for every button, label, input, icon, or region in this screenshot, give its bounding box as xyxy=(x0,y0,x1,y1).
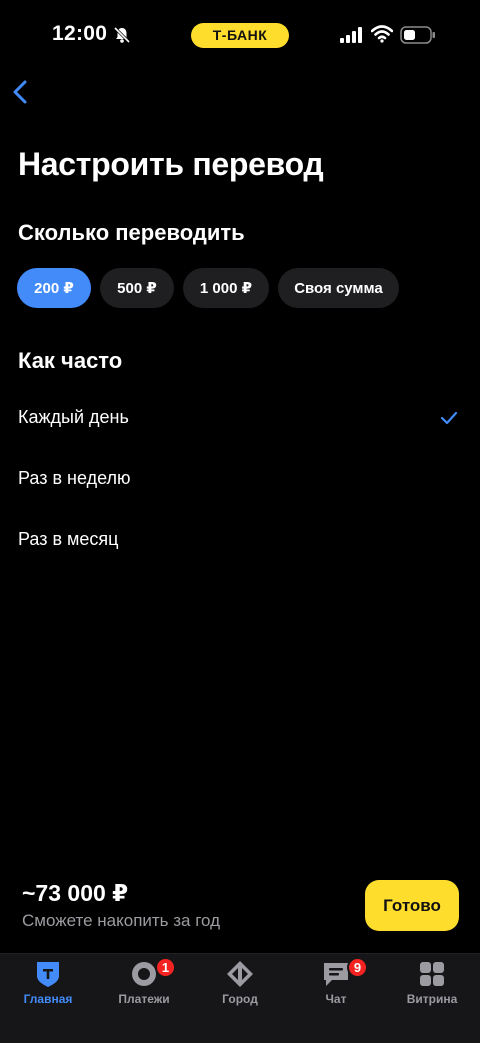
amount-section-title: Сколько переводить xyxy=(18,220,245,245)
tab-label: Главная xyxy=(23,992,73,1006)
status-time: 12:00 xyxy=(52,22,108,45)
tab-label: Чат xyxy=(325,992,347,1006)
tab-home[interactable]: Главная xyxy=(0,954,96,1024)
showcase-grid-icon xyxy=(420,962,444,986)
city-icon xyxy=(227,961,253,987)
tab-showcase[interactable]: Витрина xyxy=(384,954,480,1024)
savings-caption: Сможете накопить за год xyxy=(22,911,221,930)
chevron-left-icon xyxy=(13,80,27,104)
home-shield-icon xyxy=(37,962,59,987)
tab-chat[interactable]: 9 Чат xyxy=(288,954,384,1024)
payments-icon xyxy=(132,962,156,986)
frequency-option-label: Каждый день xyxy=(18,407,129,427)
signal-icon xyxy=(340,27,362,43)
tab-bar: Главная 1 Платежи Город 9 Чат Витрина xyxy=(0,953,480,1043)
frequency-option-label: Раз в месяц xyxy=(18,529,119,549)
notification-badge: 1 xyxy=(155,957,176,978)
frequency-section-title: Как часто xyxy=(18,348,123,373)
amount-chip-custom[interactable]: Своя сумма xyxy=(278,268,399,308)
carrier-pill: Т-БАНК xyxy=(191,23,289,48)
amount-chip-1000[interactable]: 1 000 ₽ xyxy=(183,268,269,308)
tab-label: Платежи xyxy=(118,992,170,1006)
frequency-option-weekly[interactable]: Раз в неделю xyxy=(0,452,480,508)
frequency-option-label: Раз в неделю xyxy=(18,468,131,488)
notification-badge: 9 xyxy=(347,957,368,978)
status-bar: 12:00 Т-БАНК xyxy=(0,0,480,70)
checkmark-icon xyxy=(440,411,458,425)
amount-chip-200[interactable]: 200 ₽ xyxy=(17,268,91,308)
bell-off-icon xyxy=(113,26,131,44)
back-button[interactable] xyxy=(4,76,36,108)
tab-label: Город xyxy=(222,992,258,1006)
savings-amount: ~73 000 ₽ xyxy=(22,880,129,906)
page-title: Настроить перевод xyxy=(18,146,324,182)
frequency-option-monthly[interactable]: Раз в месяц xyxy=(0,513,480,569)
tab-payments[interactable]: 1 Платежи xyxy=(96,954,192,1024)
chat-icon xyxy=(324,963,348,986)
done-button[interactable]: Готово xyxy=(365,880,459,931)
amount-chip-500[interactable]: 500 ₽ xyxy=(100,268,174,308)
frequency-option-daily[interactable]: Каждый день xyxy=(0,391,480,447)
wifi-icon xyxy=(371,25,393,43)
battery-icon xyxy=(400,26,435,44)
tab-city[interactable]: Город xyxy=(192,954,288,1024)
tab-label: Витрина xyxy=(406,992,458,1006)
